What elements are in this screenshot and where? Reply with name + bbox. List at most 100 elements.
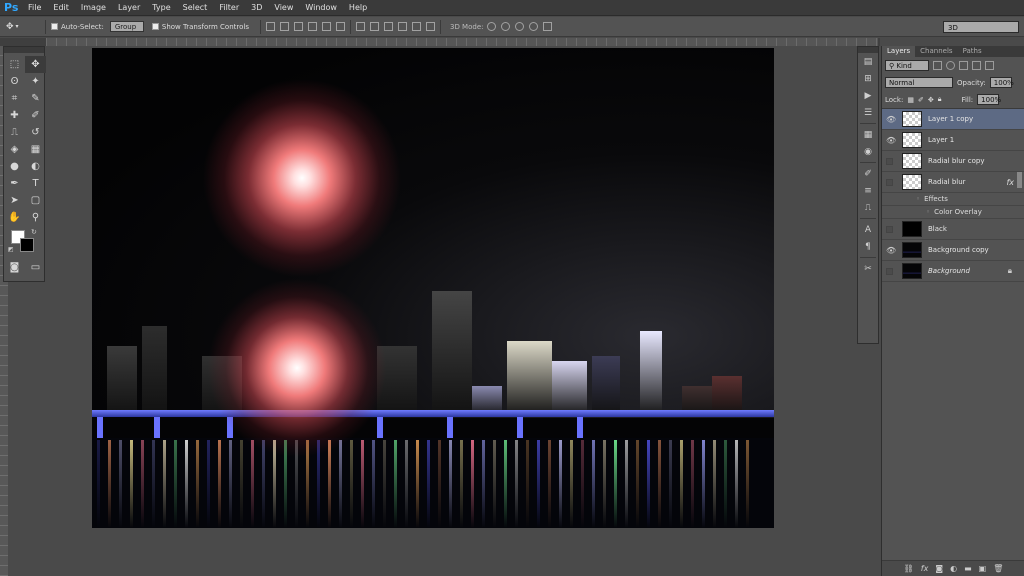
3d-slide-icon[interactable] bbox=[529, 22, 539, 31]
layer-row[interactable]: 👁︎ Layer 1 bbox=[882, 130, 1024, 151]
screen-mode-icon[interactable]: ▭ bbox=[25, 259, 46, 276]
quick-mask-icon[interactable]: ◙ bbox=[4, 259, 25, 276]
paragraph-panel-icon[interactable]: ¶ bbox=[858, 238, 878, 255]
filter-smart-object-icon[interactable] bbox=[985, 61, 994, 70]
layer-mask-icon[interactable]: ◙ bbox=[935, 564, 943, 573]
trash-icon[interactable]: 🗑︎ bbox=[993, 564, 1003, 573]
fill-input[interactable]: 100% bbox=[977, 94, 1001, 105]
workspace-dropdown[interactable]: 3D bbox=[943, 21, 1019, 33]
effects-row[interactable]: ◦ Effects bbox=[882, 193, 1024, 206]
layer-row[interactable]: Black bbox=[882, 219, 1024, 240]
dodge-tool-icon[interactable]: ◐ bbox=[25, 158, 46, 175]
align-top-icon[interactable] bbox=[265, 22, 275, 31]
swap-colors-icon[interactable]: ↻ bbox=[31, 228, 37, 236]
eye-icon[interactable]: 👁︎ bbox=[886, 115, 896, 124]
distribute-top-icon[interactable] bbox=[355, 22, 365, 31]
new-layer-icon[interactable]: ▣ bbox=[979, 564, 987, 573]
3d-roll-icon[interactable] bbox=[501, 22, 511, 31]
layer-row[interactable]: Radial blur fx bbox=[882, 172, 1024, 193]
eyedropper-tool-icon[interactable]: ✎ bbox=[25, 90, 46, 107]
history-panel-icon[interactable]: ▤ bbox=[858, 53, 878, 70]
filter-pixel-icon[interactable] bbox=[933, 61, 942, 70]
menu-help[interactable]: Help bbox=[343, 0, 373, 16]
layer-row[interactable]: Radial blur copy bbox=[882, 151, 1024, 172]
visibility-toggle[interactable] bbox=[886, 267, 893, 275]
character-panel-icon[interactable]: A bbox=[858, 221, 878, 238]
lasso-tool-icon[interactable]: ʘ bbox=[4, 73, 25, 90]
brush-panel-icon[interactable]: ✐ bbox=[858, 165, 878, 182]
lock-all-icon[interactable]: 🔒︎ bbox=[938, 95, 942, 104]
brush-tool-icon[interactable]: ✐ bbox=[25, 107, 46, 124]
3d-scale-icon[interactable] bbox=[543, 22, 553, 31]
crop-tool-icon[interactable]: ⌗ bbox=[4, 90, 25, 107]
lock-pixels-icon[interactable]: ✐ bbox=[918, 96, 924, 104]
new-group-icon[interactable]: ▬ bbox=[964, 564, 972, 573]
layers-scrollbar[interactable] bbox=[1017, 172, 1022, 188]
effect-item-row[interactable]: ◦ Color Overlay bbox=[882, 206, 1024, 219]
align-bottom-icon[interactable] bbox=[293, 22, 303, 31]
hand-tool-icon[interactable]: ✋ bbox=[4, 209, 25, 226]
history-brush-tool-icon[interactable]: ↺ bbox=[25, 124, 46, 141]
menu-window[interactable]: Window bbox=[299, 0, 343, 16]
type-tool-icon[interactable]: T bbox=[25, 175, 46, 192]
opacity-input[interactable]: 100% bbox=[989, 77, 1014, 88]
menu-file[interactable]: File bbox=[22, 0, 47, 16]
distribute-hcenter-icon[interactable] bbox=[411, 22, 421, 31]
visibility-toggle[interactable] bbox=[886, 157, 893, 165]
eye-icon[interactable]: 👁︎ bbox=[886, 136, 896, 145]
distribute-bottom-icon[interactable] bbox=[383, 22, 393, 31]
document-canvas[interactable] bbox=[92, 48, 774, 528]
3d-rotate-icon[interactable] bbox=[487, 22, 497, 31]
clone-source-icon[interactable]: ⎍ bbox=[858, 199, 878, 216]
menu-type[interactable]: Type bbox=[146, 0, 176, 16]
filter-type-icon[interactable] bbox=[959, 61, 968, 70]
lock-position-icon[interactable]: ✥ bbox=[928, 96, 934, 104]
actions-panel-icon[interactable]: ▶ bbox=[858, 87, 878, 104]
align-hcenter-icon[interactable] bbox=[321, 22, 331, 31]
tab-layers[interactable]: Layers bbox=[882, 46, 916, 57]
menu-edit[interactable]: Edit bbox=[47, 0, 75, 16]
filter-adjustment-icon[interactable] bbox=[946, 61, 955, 70]
color-panel-icon[interactable]: ▦ bbox=[858, 126, 878, 143]
shape-tool-icon[interactable]: ▢ bbox=[25, 192, 46, 209]
filter-shape-icon[interactable] bbox=[972, 61, 981, 70]
layer-style-icon[interactable]: fx bbox=[921, 564, 929, 573]
menu-filter[interactable]: Filter bbox=[213, 0, 245, 16]
blend-mode-dropdown[interactable]: Normal bbox=[885, 77, 953, 88]
distribute-right-icon[interactable] bbox=[425, 22, 435, 31]
blur-tool-icon[interactable]: ● bbox=[4, 158, 25, 175]
menu-layer[interactable]: Layer bbox=[112, 0, 146, 16]
layer-row[interactable]: 👁︎ Background copy bbox=[882, 240, 1024, 261]
align-right-icon[interactable] bbox=[335, 22, 345, 31]
visibility-toggle[interactable] bbox=[886, 225, 893, 233]
pen-tool-icon[interactable]: ✒ bbox=[4, 175, 25, 192]
layer-row[interactable]: 👁︎ Layer 1 copy bbox=[882, 109, 1024, 130]
ruler-horizontal[interactable] bbox=[46, 38, 878, 46]
align-vcenter-icon[interactable] bbox=[279, 22, 289, 31]
distribute-left-icon[interactable] bbox=[397, 22, 407, 31]
brush-presets-icon[interactable]: ≡ bbox=[858, 182, 878, 199]
transform-controls-checkbox[interactable] bbox=[151, 23, 159, 30]
move-tool-icon[interactable]: ✥ bbox=[25, 56, 46, 73]
menu-image[interactable]: Image bbox=[75, 0, 112, 16]
path-selection-tool-icon[interactable]: ➤ bbox=[4, 192, 25, 209]
zoom-tool-icon[interactable]: ⚲ bbox=[25, 209, 46, 226]
background-color-swatch[interactable] bbox=[20, 238, 34, 252]
menu-3d[interactable]: 3D bbox=[245, 0, 268, 16]
filter-kind-dropdown[interactable]: ⚲ Kind bbox=[885, 60, 929, 71]
marquee-tool-icon[interactable]: ⬚ bbox=[4, 56, 25, 73]
menu-view[interactable]: View bbox=[268, 0, 299, 16]
link-layers-icon[interactable]: ⛓ bbox=[904, 564, 914, 573]
adjustment-layer-icon[interactable]: ◐ bbox=[950, 564, 957, 573]
healing-brush-tool-icon[interactable]: ✚ bbox=[4, 107, 25, 124]
eraser-tool-icon[interactable]: ◈ bbox=[4, 141, 25, 158]
layer-effects-badge[interactable]: fx bbox=[1006, 178, 1014, 187]
visibility-toggle[interactable] bbox=[886, 178, 893, 186]
tool-presets-icon[interactable]: ✂ bbox=[858, 260, 878, 277]
clone-stamp-tool-icon[interactable]: ⎍ bbox=[4, 124, 25, 141]
menu-select[interactable]: Select bbox=[177, 0, 214, 16]
adjustments-panel-icon[interactable]: ☰ bbox=[858, 104, 878, 121]
default-colors-icon[interactable]: ◩ bbox=[8, 246, 14, 253]
tool-preset-picker[interactable]: ✥ ▾ bbox=[6, 19, 40, 35]
swatches-panel-icon[interactable]: ◉ bbox=[858, 143, 878, 160]
